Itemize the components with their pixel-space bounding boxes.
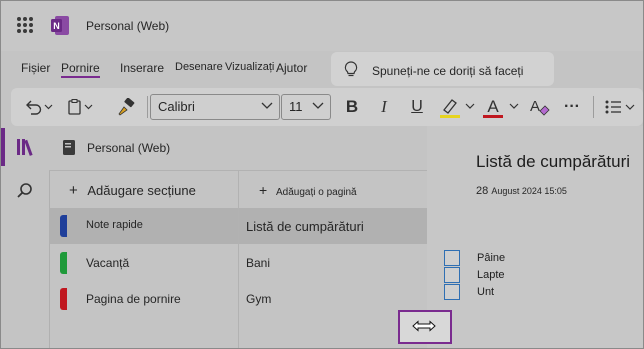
plus-icon: + [69, 182, 78, 199]
tab-home[interactable]: Pornire [61, 61, 100, 78]
tab-help[interactable]: Ajutor [276, 61, 307, 75]
page-label: Bani [246, 256, 271, 270]
bullet-list-icon [605, 100, 635, 114]
add-page-button[interactable]: + Adăugați o pagină [259, 182, 357, 198]
resize-cursor-callout [398, 310, 452, 344]
search-icon[interactable] [16, 182, 34, 205]
todo-checkbox[interactable] [444, 284, 460, 300]
notebook-name: Personal (Web) [87, 141, 171, 155]
underline-button[interactable]: U [404, 88, 430, 126]
app-title: Personal (Web) [86, 19, 170, 33]
font-color-icon: A [483, 97, 519, 118]
notebook-icon [63, 140, 75, 155]
page-label: Gym [246, 292, 272, 306]
todo-checkbox[interactable] [444, 250, 460, 266]
page-date-day: 28 [476, 185, 489, 197]
toolbar-separator [593, 96, 594, 118]
font-name-select[interactable]: Calibri [150, 94, 280, 120]
resize-horizontal-icon [412, 320, 436, 332]
bullets-button[interactable] [601, 88, 641, 126]
chevron-down-icon [261, 98, 273, 115]
library-icon[interactable] [15, 137, 37, 162]
undo-icon [26, 100, 53, 115]
svg-text:N: N [53, 21, 60, 31]
toolbar-separator [147, 96, 148, 118]
page-label: Listă de cumpărături [246, 219, 364, 234]
page-title[interactable]: Listă de cumpărături [476, 152, 630, 172]
clear-format-icon: A [530, 98, 550, 116]
notebook-header[interactable]: Personal (Web) [49, 126, 427, 170]
plus-icon: + [259, 182, 268, 198]
add-page-label: Adăugați o pagină [275, 187, 357, 198]
font-size-value: 11 [289, 99, 303, 114]
svg-text:A: A [530, 98, 540, 115]
section-item[interactable]: Vacanță [49, 245, 238, 281]
clipboard-icon [68, 99, 93, 115]
todo-item[interactable]: Pâine [477, 252, 505, 264]
svg-text:A: A [487, 97, 499, 116]
ribbon-toolbar: Calibri 11 B I U A A ··· [11, 88, 643, 126]
format-painter-button[interactable] [111, 88, 141, 126]
tell-me-search[interactable]: Spuneți-ne ce doriți să faceți [331, 52, 554, 86]
highlight-button[interactable] [437, 88, 479, 126]
add-section-label: Adăugare secțiune [87, 183, 196, 198]
italic-button[interactable]: I [371, 88, 397, 126]
font-size-select[interactable]: 11 [281, 94, 331, 120]
paste-button[interactable] [63, 88, 97, 126]
page-date-rest: August 2024 15:05 [491, 186, 567, 196]
highlighter-icon [440, 99, 475, 118]
todo-item[interactable]: Unt [477, 286, 494, 298]
bold-button[interactable]: B [339, 88, 365, 126]
page-date: 28 August 2024 15:05 [476, 185, 567, 197]
section-color-tab [60, 288, 67, 310]
tab-view[interactable]: Vizualizați [225, 61, 274, 73]
paintbrush-icon [118, 98, 135, 116]
section-color-tab [60, 252, 67, 274]
page-item[interactable]: Listă de cumpărături [239, 208, 427, 244]
search-text: Spuneți-ne ce doriți să faceți [372, 64, 524, 78]
lightbulb-icon [344, 61, 358, 77]
section-item[interactable]: Pagina de pornire [49, 281, 238, 317]
chevron-down-icon [312, 98, 324, 115]
todo-item[interactable]: Lapte [477, 269, 505, 281]
section-label: Pagina de pornire [86, 292, 181, 306]
font-name-value: Calibri [158, 99, 195, 114]
tab-file[interactable]: Fișier [21, 61, 50, 75]
section-color-tab [60, 215, 67, 237]
onenote-window: N Personal (Web) Fișier Pornire Inserare… [0, 0, 644, 349]
tab-insert[interactable]: Inserare [120, 61, 164, 75]
app-launcher-icon[interactable] [17, 17, 33, 33]
todo-checkbox[interactable] [444, 267, 460, 283]
undo-button[interactable] [21, 88, 57, 126]
font-color-button[interactable]: A [481, 88, 523, 126]
clear-formatting-button[interactable]: A [525, 88, 553, 126]
add-section-button[interactable]: + Adăugare secțiune [69, 182, 196, 199]
page-item[interactable]: Bani [239, 245, 427, 281]
section-item[interactable]: Note rapide [49, 208, 238, 244]
onenote-logo: N [51, 16, 69, 35]
more-options-button[interactable]: ··· [559, 88, 585, 126]
section-label: Note rapide [86, 219, 143, 231]
section-label: Vacanță [86, 256, 130, 270]
rail-selection-indicator [1, 128, 5, 166]
tab-draw[interactable]: Desenare [175, 61, 223, 73]
